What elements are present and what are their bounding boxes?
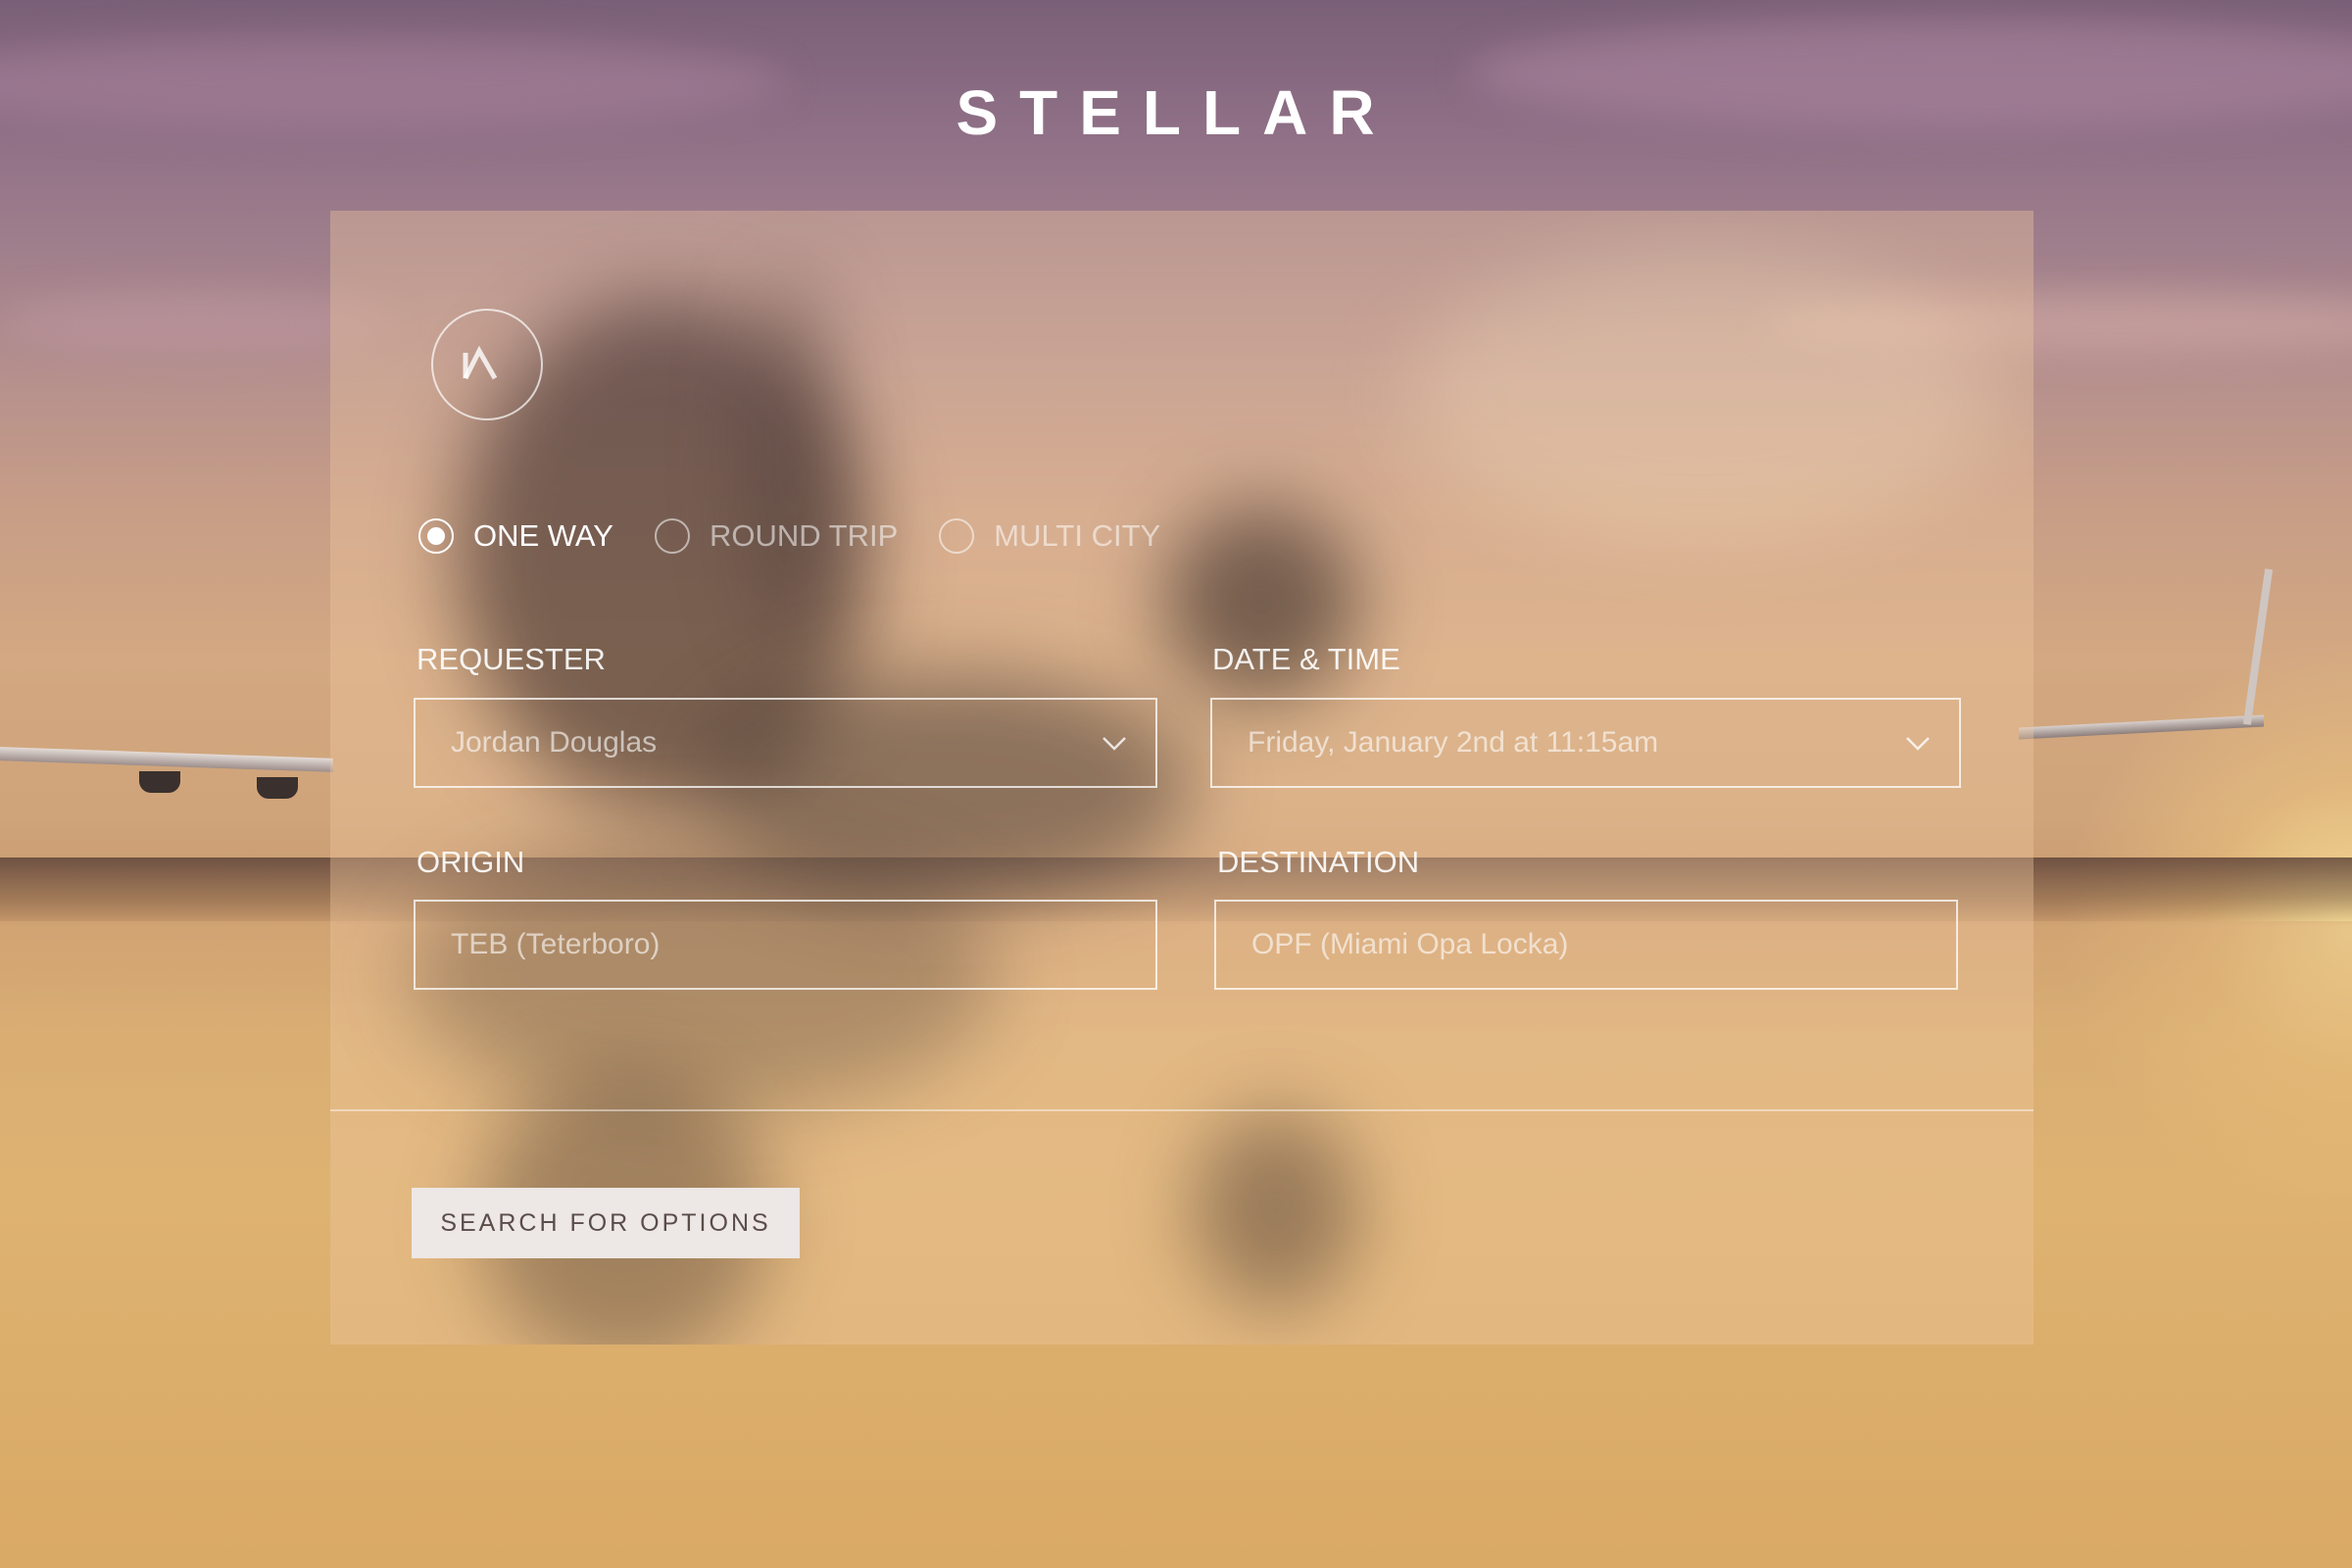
chevron-down-icon — [1906, 737, 1930, 751]
datetime-select[interactable]: Friday, January 2nd at 11:15am — [1210, 698, 1961, 788]
origin-placeholder: TEB (Teterboro) — [451, 928, 661, 960]
datetime-value: Friday, January 2nd at 11:15am — [1248, 726, 1659, 759]
radio-checked-icon — [418, 518, 454, 554]
radio-round-trip-label: ROUND TRIP — [709, 518, 899, 553]
radio-round-trip[interactable]: ROUND TRIP — [654, 518, 899, 554]
requester-label: REQUESTER — [416, 642, 606, 676]
jet-left-wing — [0, 747, 333, 772]
jet-engine — [257, 777, 298, 799]
search-for-options-button[interactable]: SEARCH FOR OPTIONS — [412, 1188, 800, 1258]
radio-multi-city[interactable]: MULTI CITY — [939, 518, 1160, 554]
radio-multi-city-label: MULTI CITY — [994, 518, 1161, 553]
trip-type-selector: ONE WAY ROUND TRIP MULTI CITY — [418, 518, 1201, 554]
radio-unchecked-icon — [939, 518, 975, 554]
radio-one-way-label: ONE WAY — [473, 518, 613, 553]
radio-unchecked-icon — [654, 518, 690, 554]
requester-select[interactable]: Jordan Douglas — [414, 698, 1157, 788]
origin-label: ORIGIN — [416, 845, 525, 879]
jet-engine — [139, 771, 180, 793]
stellar-mark-icon — [431, 309, 543, 420]
stellar-logo: STELLAR — [956, 77, 1396, 148]
form-divider — [330, 1109, 2034, 1111]
origin-input[interactable]: TEB (Teterboro) — [414, 900, 1157, 990]
radio-one-way[interactable]: ONE WAY — [418, 518, 613, 554]
requester-value: Jordan Douglas — [451, 726, 658, 759]
booking-form-card: ONE WAY ROUND TRIP MULTI CITY REQUESTER … — [330, 211, 2034, 1345]
destination-label: DESTINATION — [1217, 845, 1420, 879]
background-scene: STELLAR ONE WAY ROUND TRIP MULTI CITY RE… — [0, 0, 2352, 1568]
chevron-down-icon — [1102, 737, 1126, 751]
datetime-label: DATE & TIME — [1212, 642, 1400, 676]
destination-placeholder: OPF (Miami Opa Locka) — [1251, 928, 1569, 960]
destination-input[interactable]: OPF (Miami Opa Locka) — [1214, 900, 1958, 990]
